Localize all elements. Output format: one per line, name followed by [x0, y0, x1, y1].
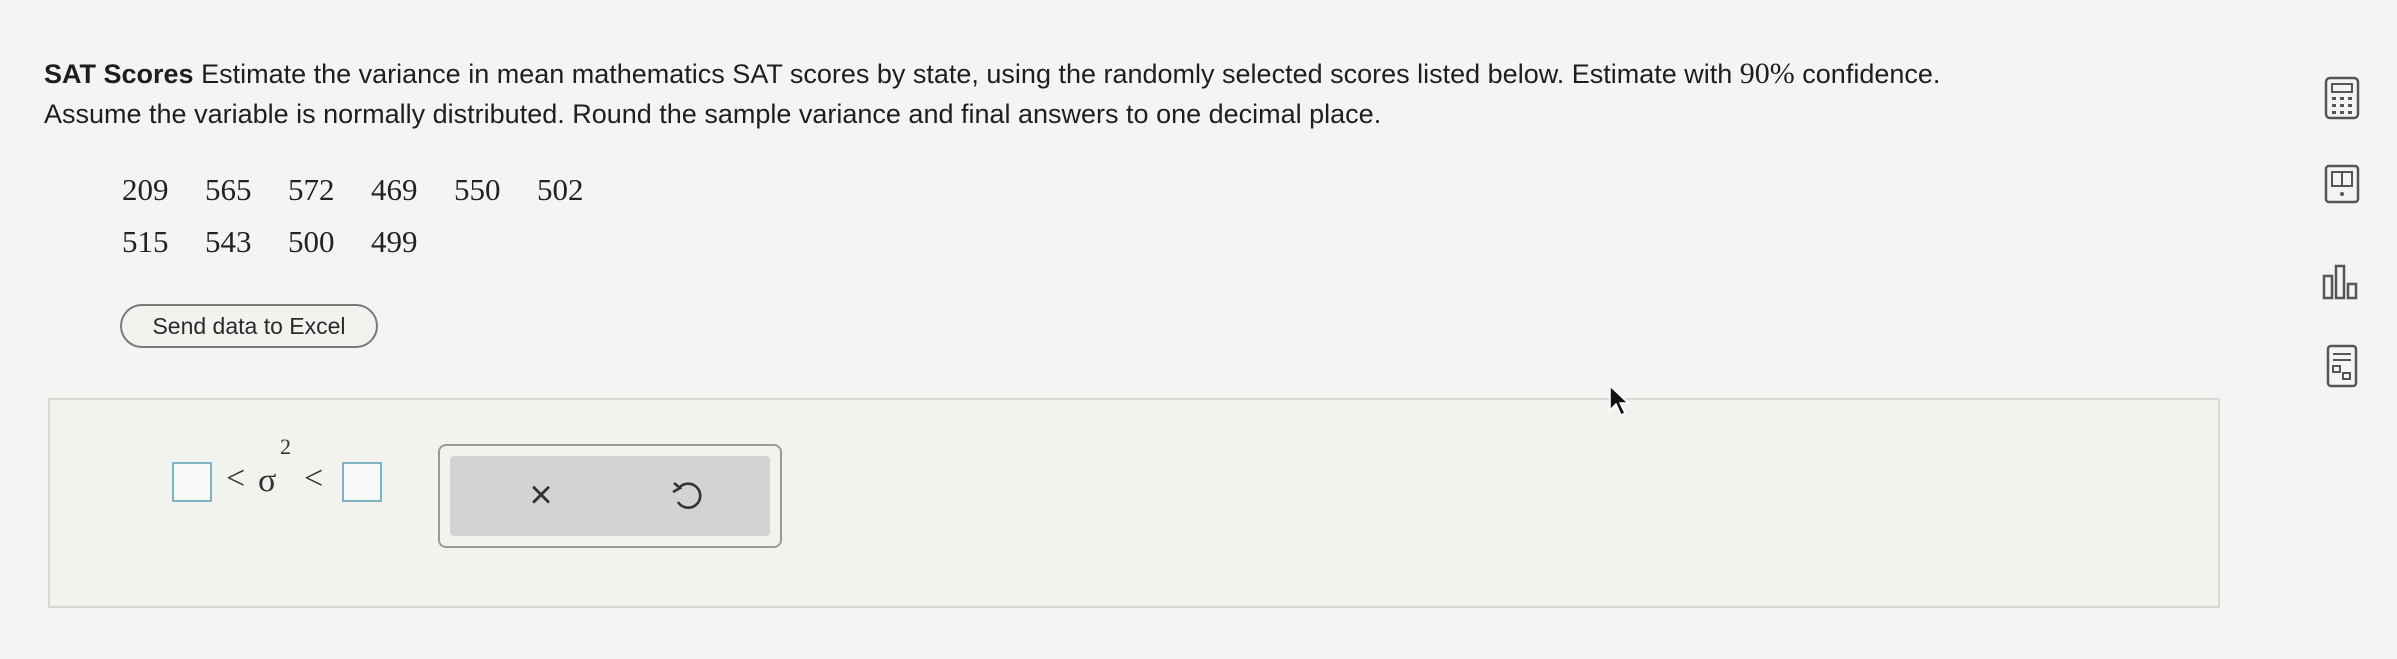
data-value: 550	[454, 172, 501, 207]
sigma-symbol: σ	[258, 462, 277, 499]
calculator-icon[interactable]	[2322, 74, 2362, 122]
data-table: 209 565 572 469 550 502 515 543 500 499	[122, 164, 620, 268]
data-value: 499	[371, 224, 418, 259]
data-value: 543	[205, 224, 252, 259]
problem-text-line2: Assume the variable is normally distribu…	[44, 99, 1382, 129]
answer-action-group: ×	[438, 444, 782, 548]
mouse-cursor-icon	[1608, 384, 1630, 418]
less-than-sign: <	[226, 460, 246, 497]
statistics-chart-icon[interactable]	[2322, 256, 2362, 304]
formula-sheet-icon[interactable]	[2322, 342, 2362, 390]
problem-text-line1: Estimate the variance in mean mathematic…	[201, 59, 1740, 89]
confidence-level: 90%	[1739, 57, 1795, 90]
answer-panel: < σ 2 <	[48, 398, 2220, 608]
send-to-excel-button[interactable]: Send data to Excel	[120, 304, 378, 348]
data-row-1: 209 565 572 469 550 502	[122, 164, 620, 216]
action-bar: ×	[450, 456, 770, 536]
data-row-2: 515 543 500 499	[122, 216, 620, 268]
data-value: 572	[288, 172, 335, 207]
problem-title: SAT Scores	[44, 59, 194, 89]
less-than-sign: <	[304, 460, 324, 497]
upper-bound-input[interactable]	[342, 462, 382, 502]
data-value: 500	[288, 224, 335, 259]
data-value: 469	[371, 172, 418, 207]
data-value: 209	[122, 172, 169, 207]
exponent-two: 2	[280, 434, 291, 459]
data-value: 565	[205, 172, 252, 207]
lower-bound-input[interactable]	[172, 462, 212, 502]
textbook-icon[interactable]	[2322, 160, 2362, 208]
clear-button[interactable]: ×	[516, 470, 566, 520]
data-value: 515	[122, 224, 169, 259]
data-value: 502	[537, 172, 584, 207]
problem-statement: SAT Scores Estimate the variance in mean…	[44, 54, 2244, 134]
undo-button[interactable]	[666, 474, 710, 518]
problem-text-line1-end: confidence.	[1794, 59, 1941, 89]
undo-icon	[672, 482, 702, 509]
